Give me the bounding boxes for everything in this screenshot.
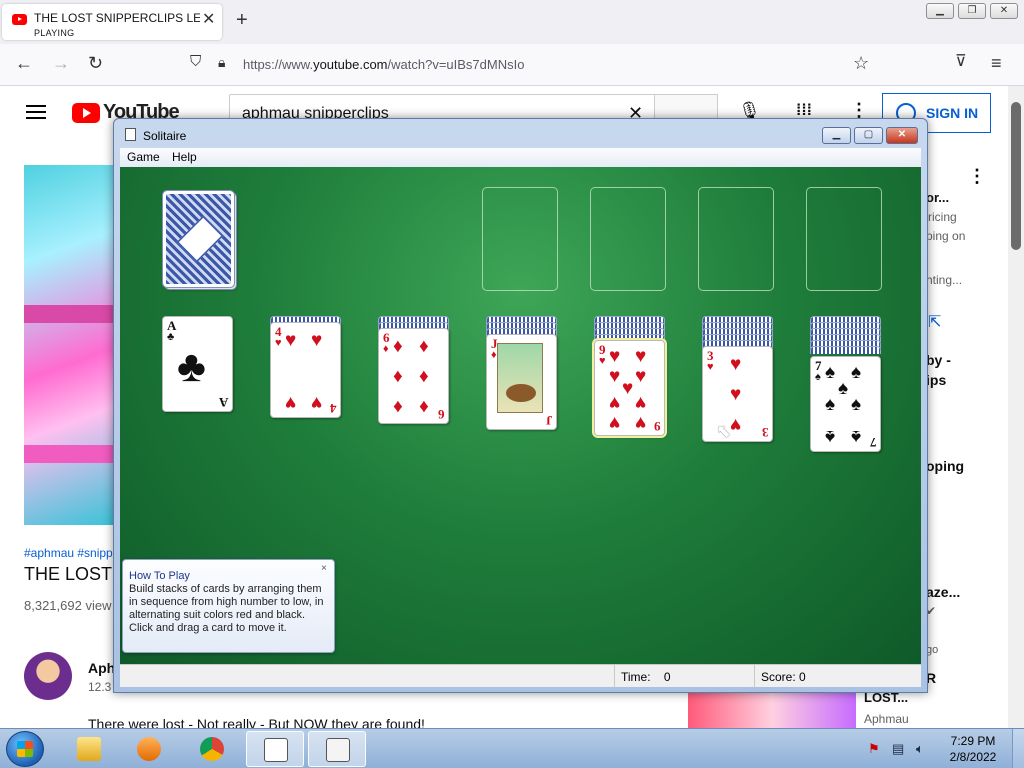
mouse-cursor-icon: ⬉ [716,421,732,441]
network-icon[interactable]: ▤ [892,742,906,756]
browser-tab-bar: THE LOST SNIPPERCLIPS LEVEL PLAYING ✕ + … [0,0,1024,44]
tableau-7-card[interactable]: 7 ♠ ♠ ♠ ♠ ♠ ♠ ♠ ♠ 7 [810,356,881,452]
show-desktop-button[interactable] [1012,729,1024,768]
url-text[interactable]: https://www.youtube.com/watch?v=uIBs7dMN… [243,57,524,72]
view-count: 8,321,692 view [24,598,112,613]
solitaire-title: Solitaire [143,129,187,143]
foundation-slot-1[interactable] [482,187,558,291]
media-player-icon [137,737,161,761]
youtube-favicon-icon [12,14,27,25]
lock-icon[interactable]: 🔒︎ [218,55,225,69]
shield-icon[interactable]: ⛉ [190,54,201,69]
score-display: Score: 0 [754,665,921,688]
menu-game[interactable]: Game [127,150,160,164]
taskbar-explorer[interactable] [60,731,118,767]
close-tab-icon[interactable]: ✕ [202,12,215,28]
tab-playing-label: PLAYING [34,28,75,38]
subscriber-count: 12.3 [88,680,112,694]
forward-icon[interactable]: → [52,54,70,72]
channel-avatar[interactable] [24,652,72,700]
solitaire-minimize-button[interactable]: ▁ [822,127,851,144]
foundation-slot-3[interactable] [698,187,774,291]
tableau-6-card[interactable]: 3 ♥ ♥ ♥ ♥ 3 [702,346,773,442]
volume-icon[interactable]: 🔈︎ [916,742,930,756]
rec-text-7: oping [926,458,965,474]
how-to-play-title: How To Play [129,570,190,582]
action-center-flag-icon[interactable]: ⚑ [868,742,882,756]
solitaire-window[interactable]: Solitaire ▁ ▢ ✕ Game Help A ♣ ♣ A 4 ♥ ♥ ♥… [113,118,928,693]
url-bar[interactable]: ⛉ 🔒︎ https://www.youtube.com/watch?v=uIB… [180,49,890,81]
tooltip-close-icon[interactable]: × [321,563,327,574]
channel-name[interactable]: Aph [88,660,115,676]
taskbar-chrome[interactable] [183,731,241,767]
app-menu-icon[interactable]: ≡ [991,54,1002,72]
solitaire-cards-icon [326,738,350,762]
solitaire-app-icon [125,128,136,141]
tableau-5-card[interactable]: 9 ♥ ♥ ♥ ♥ ♥ ♥ ♥ ♥ ♥ ♥ 9 [594,340,665,436]
taskbar-media-player[interactable] [120,731,178,767]
video-description: There were lost - Not really - But NOW t… [88,716,425,728]
rec-text-3: ping on [926,229,966,243]
how-to-play-tooltip: How To Play Build stacks of cards by arr… [122,559,335,653]
solitaire-menu-bar: Game Help [120,148,921,167]
time-display: Time: 0 [614,665,754,688]
reload-icon[interactable]: ↻ [88,54,103,72]
recommendation-more-icon[interactable]: ⋮ [968,166,986,187]
windows-start-icon[interactable] [6,731,44,767]
tableau-4-card[interactable]: J ♦ J [486,334,557,430]
recommended-video-thumbnail[interactable] [688,692,856,728]
back-icon[interactable]: ← [15,54,33,72]
menu-help[interactable]: Help [172,150,197,164]
tableau-7-hidden-6 [810,346,881,354]
youtube-menu-icon[interactable] [26,105,46,119]
suit-clubs-icon: ♣ [177,342,206,391]
windows-taskbar: ⚑ ▤ 🔈︎ 7:29 PM 2/8/2022 [0,728,1024,768]
tableau-2-card[interactable]: 4 ♥ ♥ ♥ ♥ ♥ 4 [270,322,341,418]
browser-close-button[interactable]: ✕ [990,3,1018,19]
foundation-slot-4[interactable] [806,187,882,291]
page-scrollbar[interactable] [1008,86,1024,728]
solitaire-status-bar: Time: 0 Score: 0 [120,664,921,688]
tableau-3-card[interactable]: 6 ♦ ♦ ♦ ♦ ♦ ♦ ♦ 6 [378,328,449,424]
rec-text-4: hting... [926,273,963,287]
stock-pile-top[interactable] [162,190,235,288]
notepad-icon [264,738,288,762]
video-player[interactable] [24,165,114,525]
rec-text-6: ips [926,372,947,388]
taskbar-clock[interactable]: 7:29 PM 2/8/2022 [938,733,1008,765]
rec-text-8: aze... [926,584,961,600]
chrome-icon [200,737,224,761]
rec-channel-name: Aphmau [864,712,909,726]
rec-text-2: ricing [928,210,957,224]
rec-text-5: by - [926,352,951,368]
new-tab-plus-icon[interactable]: + [236,10,248,30]
tab-title: THE LOST SNIPPERCLIPS LEVEL [34,11,200,25]
rec-text-1: or... [926,190,950,205]
taskbar-notepad[interactable] [246,731,304,767]
bookmark-star-icon[interactable]: ☆ [853,54,869,72]
game-table[interactable]: A ♣ ♣ A 4 ♥ ♥♥ ♥♥ 4 6 ♦ ♦♦ ♦♦ ♦♦ 6 [120,167,921,664]
tableau-1-card[interactable]: A ♣ ♣ A [162,316,233,412]
browser-tab-youtube[interactable]: THE LOST SNIPPERCLIPS LEVEL PLAYING ✕ [2,4,222,40]
jack-nest-art [497,343,543,413]
scrollbar-thumb[interactable] [1011,102,1021,250]
video-hashtags[interactable]: #aphmau #snipp [24,546,113,560]
browser-navigation-bar: ← → ↻ ⛉ 🔒︎ https://www.youtube.com/watch… [0,44,1024,86]
foundation-slot-2[interactable] [590,187,666,291]
solitaire-close-button[interactable]: ✕ [886,127,918,144]
solitaire-maximize-button[interactable]: ▢ [854,127,883,144]
browser-minimize-button[interactable]: ▁ [926,3,954,19]
external-link-icon[interactable]: ⇱ [928,312,941,332]
solitaire-title-bar[interactable]: Solitaire ▁ ▢ ✕ [114,119,927,147]
youtube-logo-icon[interactable] [72,103,100,123]
how-to-play-body: Build stacks of cards by arranging them … [129,583,324,634]
browser-restore-button[interactable]: ❐ [958,3,986,19]
pocket-icon[interactable]: ⊽ [955,54,967,70]
taskbar-solitaire[interactable] [308,731,366,767]
folder-icon [77,737,101,761]
